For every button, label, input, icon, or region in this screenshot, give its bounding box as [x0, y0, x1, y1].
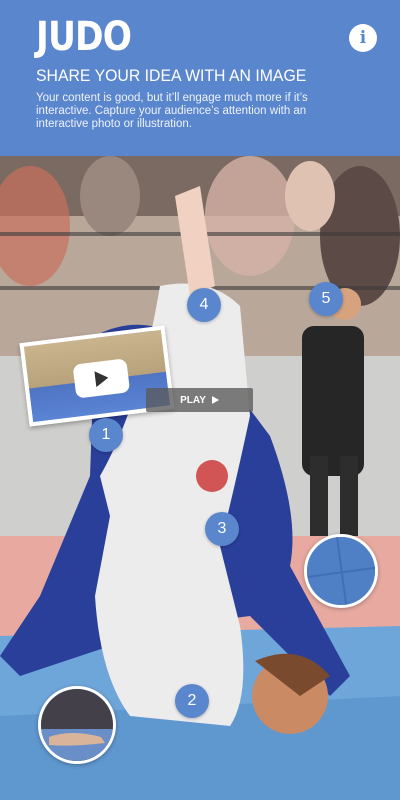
hotspot-4[interactable]: 4: [187, 288, 221, 322]
play-icon: [211, 396, 219, 404]
play-button[interactable]: PLAY: [146, 388, 253, 412]
hotspot-3[interactable]: 3: [205, 512, 239, 546]
hotspot-1[interactable]: 1: [89, 418, 123, 452]
page-title: JUDO: [36, 14, 132, 60]
page-subtitle: SHARE YOUR IDEA WITH AN IMAGE: [36, 66, 307, 85]
youtube-play-icon[interactable]: [72, 358, 131, 399]
header: JUDO SHARE YOUR IDEA WITH AN IMAGE Your …: [0, 0, 400, 156]
zoom-hand-detail[interactable]: [38, 686, 116, 764]
page-description: Your content is good, but it’ll engage m…: [36, 92, 308, 130]
info-icon[interactable]: i: [349, 24, 377, 52]
hotspot-2[interactable]: 2: [175, 684, 209, 718]
zoom-mat-detail[interactable]: [304, 534, 378, 608]
play-triangle-icon: [93, 369, 109, 388]
interactive-image: PLAY 1 2 3 4 5: [0, 156, 400, 800]
hotspot-5[interactable]: 5: [309, 282, 343, 316]
play-button-label: PLAY: [180, 394, 206, 406]
